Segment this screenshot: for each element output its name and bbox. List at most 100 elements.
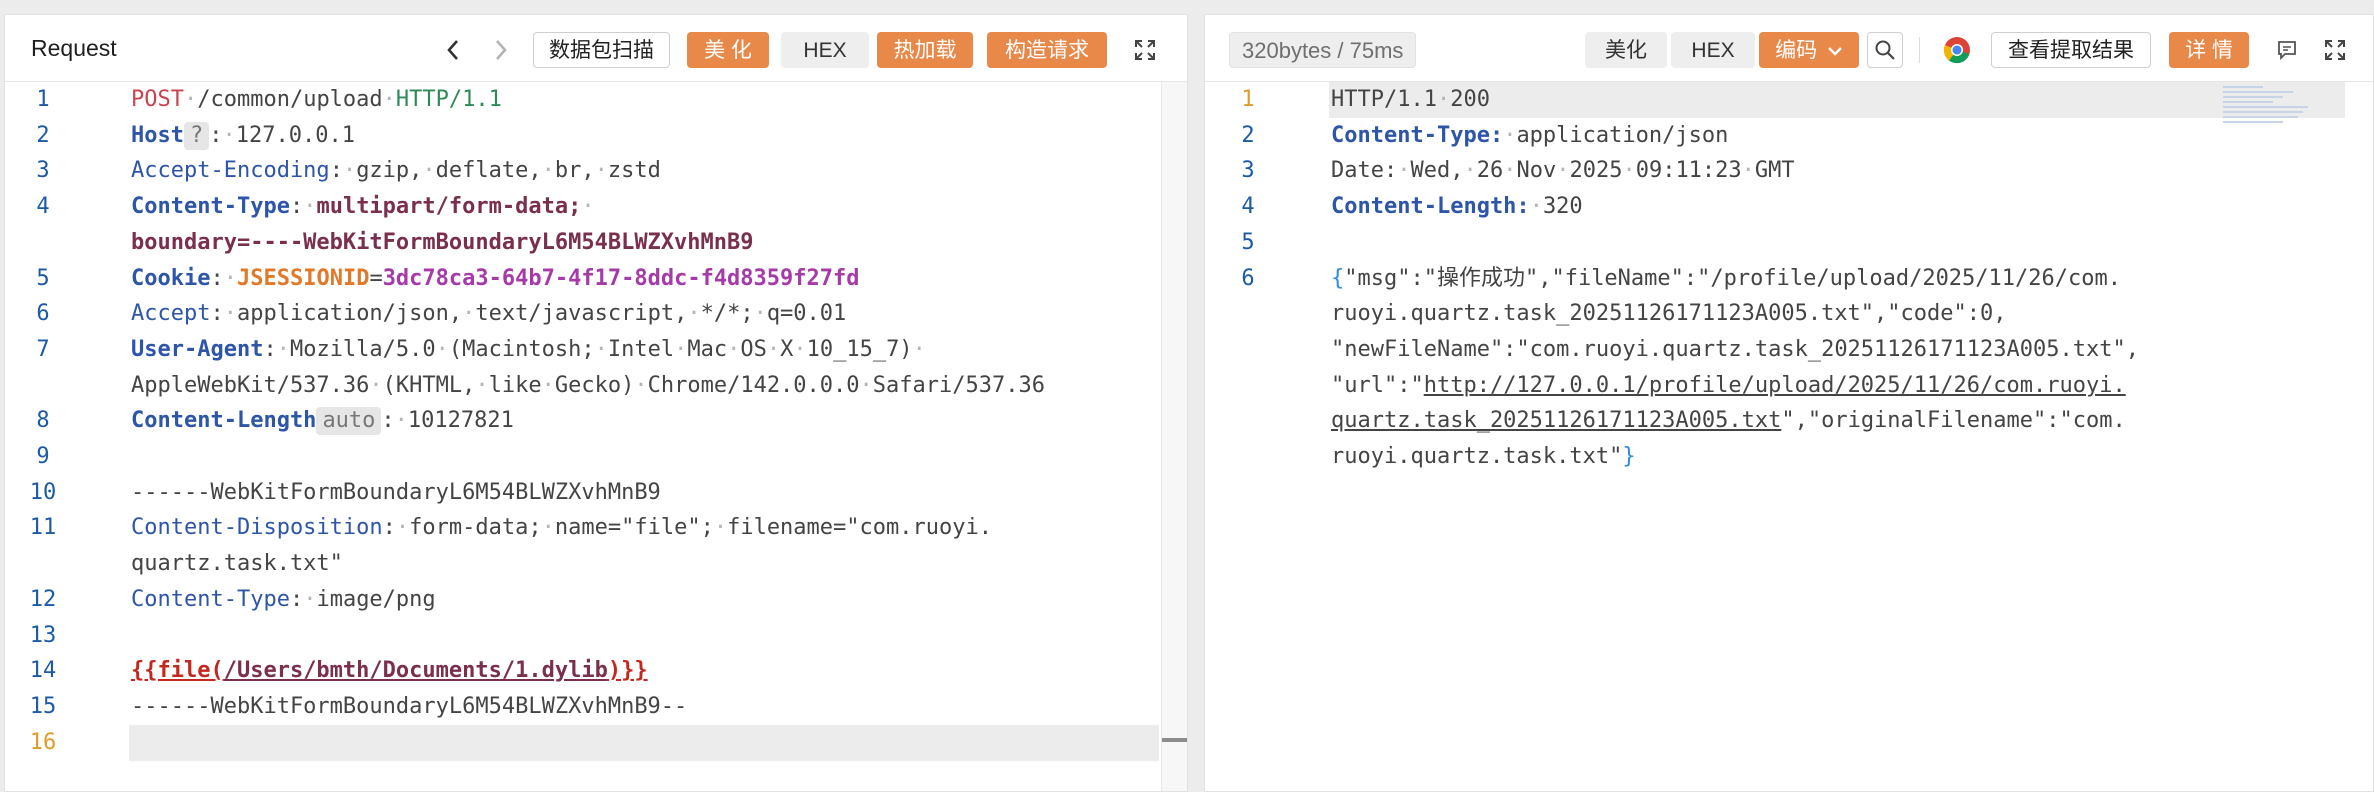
code-line[interactable]: 10 ------WebKitFormBoundaryL6M54BLWZXvhMn… <box>5 475 1187 511</box>
comment-icon <box>2278 41 2296 61</box>
code-token: Safari/537.36 <box>872 372 1045 398</box>
line-content: Content-Type:·application/json <box>1331 118 1728 154</box>
hex-button[interactable]: HEX <box>1671 32 1755 68</box>
line-content: Date:·Wed,·26·Nov·2025·09:11:23·GMT <box>1331 153 1795 189</box>
code-line[interactable]: AppleWebKit/537.36·(KHTML,·like·Gecko)·C… <box>5 368 1187 404</box>
code-line[interactable]: 5 Cookie:·JSESSIONID=3dc78ca3-64b7-4f17-8… <box>5 261 1187 297</box>
code-line[interactable]: 7 User-Agent:·Mozilla/5.0·(Macintosh;·Int… <box>5 332 1187 368</box>
code-token: } <box>1622 444 1636 469</box>
line-number: 5 <box>1241 229 1255 255</box>
line-content: "newFileName":"com.ruoyi.quartz.task_202… <box>1331 332 2139 368</box>
code-token: 200 <box>1450 87 1490 112</box>
request-scrollbar[interactable] <box>1161 82 1187 791</box>
forward-button[interactable] <box>483 32 519 68</box>
code-token: · <box>475 372 489 398</box>
code-token: Content-Length: <box>1331 194 1530 220</box>
code-token: /common/upload <box>197 87 383 112</box>
code-line[interactable]: ruoyi.quartz.task.txt"} <box>1205 439 2373 475</box>
line-number: 14 <box>29 658 57 684</box>
code-token: · <box>1529 194 1543 220</box>
code-line[interactable]: ruoyi.quartz.task_20251126171123A005.txt… <box>1205 296 2373 332</box>
view-extract-results-button[interactable]: 查看提取结果 <box>1991 32 2151 68</box>
hex-button[interactable]: HEX <box>781 32 869 68</box>
line-content: Content-Disposition:·form-data;·name="fi… <box>131 510 992 546</box>
code-token: Gecko) <box>554 372 635 398</box>
line-number: 13 <box>29 622 57 648</box>
code-line[interactable]: 3 Accept-Encoding:·gzip,·deflate,·br,·zst… <box>5 153 1187 189</box>
encoding-dropdown[interactable]: 编码 <box>1759 32 1859 68</box>
code-line[interactable]: 14 {{file(/Users/bmth/Documents/1.dylib)}… <box>5 653 1187 689</box>
code-token: (Macintosh; <box>448 336 595 362</box>
beautify-button[interactable]: 美 化 <box>687 32 769 68</box>
code-token: Date: <box>1331 158 1398 184</box>
code-line[interactable]: "newFileName":"com.ruoyi.quartz.task_202… <box>1205 332 2373 368</box>
response-editor[interactable]: 1 HTTP/1.1·200 2 Content-Type:·application/… <box>1205 82 2373 791</box>
code-token: application/json, <box>236 301 463 327</box>
code-line[interactable]: 8 Content-Length auto:·10127821 <box>5 403 1187 439</box>
code-token: GMT <box>1754 158 1795 184</box>
code-line[interactable]: 2 Content-Type:·application/json <box>1205 118 2373 154</box>
details-button[interactable]: 详 情 <box>2169 32 2249 68</box>
code-token: */*; <box>700 301 754 327</box>
code-line[interactable]: 4 Content-Length:·320 <box>1205 189 2373 225</box>
code-token: HTTP/1.1 <box>395 87 502 112</box>
construct-request-button[interactable]: 构造请求 <box>987 32 1107 68</box>
code-token: image/png <box>316 586 436 612</box>
toolbar-divider <box>1919 37 1920 63</box>
code-line[interactable]: quartz.task_20251126171123A005.txt","ori… <box>1205 403 2373 439</box>
code-line[interactable]: "url":"http://127.0.0.1/profile/upload/2… <box>1205 368 2373 404</box>
code-token: "url":" <box>1331 372 1424 398</box>
line-number: 1 <box>1241 87 1255 112</box>
code-token: · <box>342 158 357 184</box>
code-token: · <box>1741 158 1755 184</box>
code-line[interactable]: 3 Date:·Wed,·26·Nov·2025·09:11:23·GMT <box>1205 153 2373 189</box>
code-line[interactable]: 2 Host?:·127.0.0.1 <box>5 118 1187 154</box>
hot-reload-button[interactable]: 热加载 <box>877 32 973 68</box>
chevron-right-icon <box>496 40 507 60</box>
expand-button[interactable] <box>1127 32 1163 68</box>
request-scroll-thumb[interactable] <box>1162 738 1187 742</box>
code-token: · <box>594 158 608 184</box>
code-line[interactable]: 11 Content-Disposition:·form-data;·name="… <box>5 510 1187 546</box>
code-line[interactable]: 6 {"msg":"操作成功","fileName":"/profile/uplo… <box>1205 261 2373 297</box>
response-minimap[interactable] <box>2223 83 2313 143</box>
code-line[interactable]: 4 Content-Type:·multipart/form-data;· <box>5 189 1187 225</box>
code-line[interactable]: 13 <box>5 618 1187 654</box>
code-token: · <box>687 301 701 327</box>
code-line[interactable]: 6 Accept:·application/json,·text/javascri… <box>5 296 1187 332</box>
response-panel: 320bytes / 75ms 美化 HEX 编码 查看提取结果 详 情 1 H… <box>1204 14 2374 792</box>
code-token: · <box>422 158 436 184</box>
code-token: : <box>263 336 277 362</box>
code-token: · <box>183 87 198 112</box>
code-line[interactable]: 1 HTTP/1.1·200 <box>1205 82 2373 118</box>
code-line[interactable]: 5 <box>1205 225 2373 261</box>
open-in-chrome-button[interactable] <box>1939 32 1975 68</box>
code-token: · <box>223 265 237 291</box>
code-line[interactable]: quartz.task.txt" <box>5 546 1187 582</box>
code-token: Accept-Encoding <box>131 158 330 184</box>
code-line[interactable]: 12 Content-Type:·image/png <box>5 582 1187 618</box>
search-button[interactable] <box>1867 32 1903 68</box>
packet-scan-button[interactable]: 数据包扫描 <box>533 32 670 68</box>
code-token: · <box>435 336 449 362</box>
line-content: {{file(/Users/bmth/Documents/1.dylib)}} <box>131 653 648 689</box>
code-token: · <box>1397 158 1411 184</box>
code-line[interactable]: 9 <box>5 439 1187 475</box>
response-toolbar: 320bytes / 75ms 美化 HEX 编码 查看提取结果 详 情 <box>1205 15 2373 82</box>
code-token: · <box>541 372 555 398</box>
code-line[interactable]: 1 POST·/common/upload·HTTP/1.1 <box>5 82 1187 118</box>
back-button[interactable] <box>435 32 471 68</box>
code-token: User-Agent <box>131 336 264 362</box>
code-line[interactable]: 16 <box>5 725 1187 761</box>
line-content: Content-Length:·320 <box>1331 189 1583 225</box>
inline-badge: auto <box>316 407 382 436</box>
line-content: quartz.task.txt" <box>131 546 343 582</box>
request-editor[interactable]: 1 POST·/common/upload·HTTP/1.1 2 Host?:·127… <box>5 82 1187 791</box>
beautify-button[interactable]: 美化 <box>1585 32 1667 68</box>
expand-button[interactable] <box>2317 32 2353 68</box>
code-token: · <box>859 372 873 398</box>
comment-button[interactable] <box>2269 32 2305 68</box>
code-line[interactable]: 15 ------WebKitFormBoundaryL6M54BLWZXvhMn… <box>5 689 1187 725</box>
code-line[interactable]: boundary=----WebKitFormBoundaryL6M54BLWZ… <box>5 225 1187 261</box>
line-number: 6 <box>36 301 50 327</box>
